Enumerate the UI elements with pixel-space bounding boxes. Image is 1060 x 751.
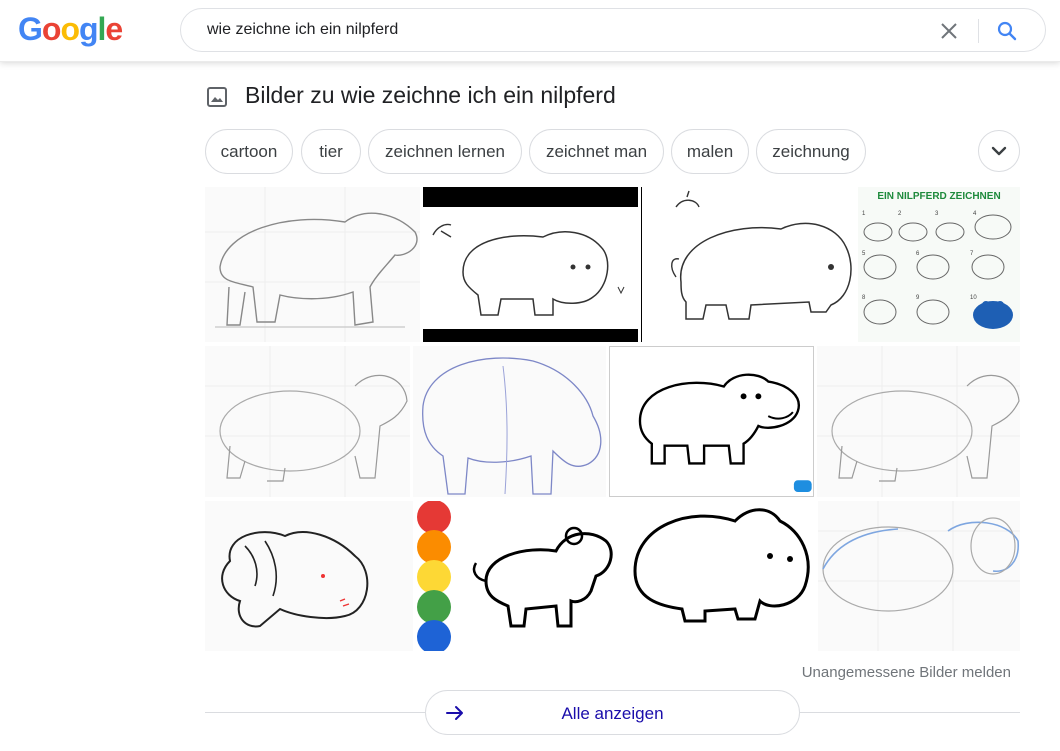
image-result[interactable] [413, 346, 606, 497]
show-all-button[interactable]: Alle anzeigen [425, 690, 800, 735]
image-result[interactable] [205, 346, 410, 497]
more-chips-button[interactable] [978, 130, 1020, 172]
hippo-cartoon-image [641, 187, 855, 342]
logo-letter: o [41, 11, 62, 47]
image-icon [205, 85, 229, 109]
image-result[interactable]: EIN NILPFERD ZEICHNEN 1 2 3 4 5 6 7 8 9 … [858, 187, 1020, 342]
hippo-cartoon-image [423, 207, 638, 329]
tutorial-title: EIN NILPFERD ZEICHNEN [877, 191, 1000, 202]
orange-paint-dot [417, 530, 451, 564]
show-all-label: Alle anzeigen [561, 704, 664, 723]
report-images-link[interactable]: Unangemessene Bilder melden [802, 664, 1011, 681]
close-icon[interactable] [937, 19, 961, 43]
section-title[interactable]: Bilder zu wie zeichne ich ein nilpferd [245, 82, 616, 109]
image-result[interactable] [818, 501, 1020, 651]
hippo-sketch-image [205, 346, 410, 497]
image-result[interactable] [641, 187, 855, 342]
search-input[interactable]: wie zeichne ich ein nilpferd [207, 21, 398, 39]
chip-cartoon[interactable]: cartoon [205, 129, 293, 174]
search-divider [978, 19, 979, 43]
image-result[interactable] [416, 501, 617, 651]
hippo-cartoon-image [620, 501, 815, 651]
hippo-sketch-image [818, 501, 1020, 651]
yellow-paint-dot [417, 560, 451, 594]
search-box[interactable]: wie zeichne ich ein nilpferd [180, 8, 1046, 52]
header-bar: Google wie zeichne ich ein nilpferd [0, 0, 1060, 62]
logo-letter: o [60, 11, 80, 47]
hippo-sketch-image [205, 187, 420, 342]
chevron-down-icon [991, 146, 1007, 156]
image-result[interactable] [205, 187, 420, 342]
red-paint-dot [417, 501, 451, 534]
image-result[interactable] [817, 346, 1020, 497]
image-result[interactable] [423, 187, 638, 342]
logo-letter: l [97, 11, 107, 47]
image-result[interactable] [620, 501, 815, 651]
step-number: 10 [970, 295, 977, 301]
chip-zeichnen-lernen[interactable]: zeichnen lernen [368, 129, 522, 174]
image-result[interactable] [609, 346, 814, 497]
search-icon[interactable] [995, 19, 1019, 43]
chip-tier[interactable]: tier [301, 129, 361, 174]
image-result[interactable] [205, 501, 413, 651]
google-logo[interactable]: Google [18, 11, 123, 48]
logo-letter: e [105, 11, 123, 47]
hippo-paint-image [416, 501, 617, 651]
chip-zeichnung[interactable]: zeichnung [756, 129, 866, 174]
hippo-cartoon-image [610, 347, 813, 496]
logo-letter: g [78, 11, 99, 47]
chip-malen[interactable]: malen [671, 129, 749, 174]
hippo-tutorial-image: EIN NILPFERD ZEICHNEN 1 2 3 4 5 6 7 8 9 … [858, 187, 1020, 342]
hippo-open-mouth-image [205, 501, 413, 651]
hippo-sketch-image [817, 346, 1020, 497]
chip-zeichnet-man[interactable]: zeichnet man [529, 129, 664, 174]
logo-letter: G [18, 11, 43, 47]
green-paint-dot [417, 590, 451, 624]
hippo-sketch-image [413, 346, 606, 497]
